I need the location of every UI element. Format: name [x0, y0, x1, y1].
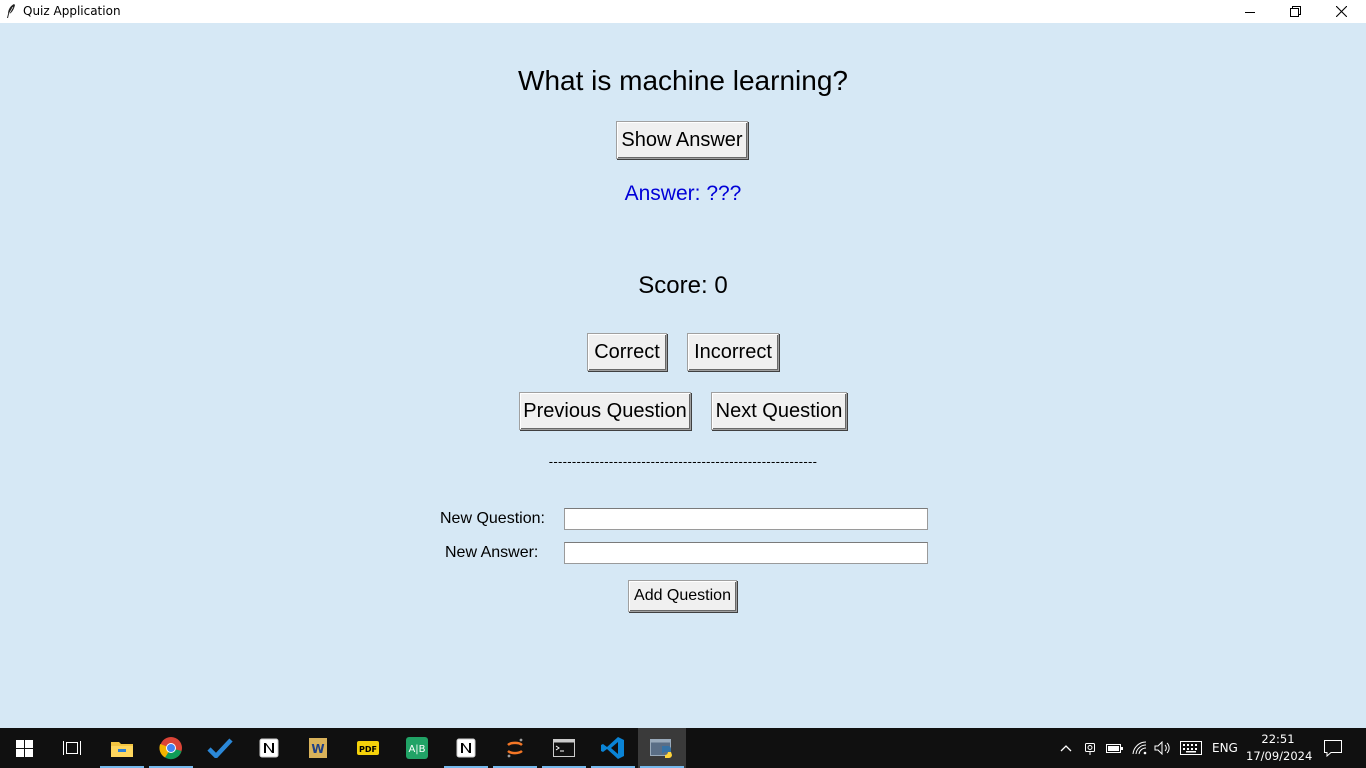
window-titlebar: Quiz Application [0, 0, 1366, 23]
action-center-button[interactable] [1318, 728, 1348, 768]
taskbar-sheets[interactable]: A|B [393, 728, 441, 768]
minimize-icon [1245, 11, 1255, 13]
task-view-icon [63, 741, 81, 755]
python-tk-icon [650, 739, 672, 758]
tray-touch-keyboard[interactable] [1177, 728, 1205, 768]
notion-icon [456, 738, 476, 758]
taskbar-word[interactable]: W [294, 728, 342, 768]
vscode-icon [601, 737, 624, 759]
add-question-button[interactable]: Add Question [628, 580, 737, 612]
close-icon [1335, 6, 1347, 17]
incorrect-button[interactable]: Incorrect [687, 333, 779, 371]
question-text: What is machine learning? [518, 65, 848, 96]
taskbar-python-tk[interactable] [638, 728, 686, 768]
tray-volume[interactable] [1152, 728, 1174, 768]
taskbar-pdf[interactable]: PDF [344, 728, 392, 768]
restore-icon [1289, 6, 1301, 17]
pdf-icon: PDF [357, 741, 379, 755]
terminal-icon [553, 739, 575, 757]
clock-date: 17/09/2024 [1246, 749, 1313, 763]
taskbar-notion[interactable] [245, 728, 293, 768]
previous-question-button[interactable]: Previous Question [519, 392, 691, 430]
battery-icon [1106, 744, 1123, 753]
taskbar-notion-2[interactable] [442, 728, 490, 768]
taskbar-terminal[interactable] [540, 728, 588, 768]
input-language-indicator[interactable]: ENG [1212, 741, 1238, 755]
keyboard-icon [1180, 741, 1202, 755]
start-button[interactable] [0, 728, 48, 768]
next-question-button[interactable]: Next Question [711, 392, 847, 430]
speaker-icon [1154, 741, 1170, 755]
taskbar-file-explorer[interactable] [98, 728, 146, 768]
sheets-icon: A|B [406, 737, 428, 759]
taskbar-vscode[interactable] [589, 728, 637, 768]
taskbar-todo[interactable] [196, 728, 244, 768]
taskbar-jupyter[interactable] [491, 728, 539, 768]
taskbar-chrome[interactable] [147, 728, 195, 768]
chrome-icon [159, 737, 182, 760]
svg-text:W: W [311, 742, 324, 756]
new-question-label: New Question: [440, 510, 545, 527]
jupyter-icon [507, 738, 523, 758]
task-view-button[interactable] [48, 728, 96, 768]
correct-button[interactable]: Correct [587, 333, 667, 371]
window-title: Quiz Application [23, 4, 121, 18]
quiz-window-content: What is machine learning? Show Answer An… [0, 23, 1366, 728]
svg-text:A|B: A|B [408, 744, 425, 755]
windows-start-icon [15, 739, 33, 757]
notion-icon [259, 738, 279, 758]
wifi-icon [1132, 741, 1147, 755]
file-explorer-icon [111, 742, 133, 757]
tray-meet-now[interactable] [1080, 728, 1102, 768]
notification-icon [1324, 739, 1342, 757]
separator-line: ----------------------------------------… [548, 454, 818, 469]
meet-now-icon [1085, 743, 1095, 755]
new-answer-label: New Answer: [445, 544, 539, 561]
show-hidden-icons-button[interactable] [1056, 728, 1076, 768]
taskbar: W PDF A|B ENG 22:51 17/09/2024 [0, 728, 1366, 768]
new-question-input[interactable] [564, 508, 928, 530]
svg-text:PDF: PDF [359, 745, 377, 754]
score-text: Score: 0 [638, 272, 728, 299]
taskbar-clock[interactable]: 22:51 17/09/2024 [1246, 731, 1313, 765]
new-answer-input[interactable] [564, 542, 928, 564]
chevron-up-icon [1060, 745, 1072, 752]
tk-feather-icon [7, 4, 15, 18]
show-answer-button[interactable]: Show Answer [616, 121, 748, 159]
tray-battery[interactable] [1104, 728, 1126, 768]
close-button[interactable] [1318, 0, 1364, 23]
answer-text: Answer: ??? [624, 182, 742, 205]
restore-button[interactable] [1272, 0, 1318, 23]
minimize-button[interactable] [1227, 0, 1273, 23]
word-icon: W [309, 738, 327, 758]
clock-time: 22:51 [1261, 732, 1295, 746]
todo-icon [207, 738, 233, 758]
tray-network[interactable] [1129, 728, 1151, 768]
